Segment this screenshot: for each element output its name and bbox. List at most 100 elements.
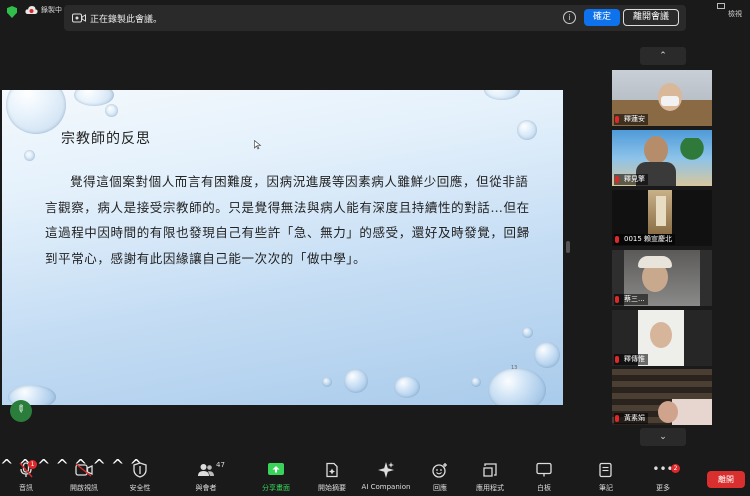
participant-tile[interactable]: 蔡三... bbox=[612, 250, 712, 306]
whiteboard-button[interactable]: 白板 bbox=[528, 456, 560, 496]
participant-face bbox=[650, 322, 672, 348]
video-feed bbox=[672, 399, 712, 425]
end-meeting-button[interactable]: 離開 bbox=[707, 471, 745, 488]
notes-button[interactable]: 筆記 bbox=[590, 456, 622, 496]
ai-companion-button[interactable]: AI Companion bbox=[358, 456, 414, 496]
pencil-icon: ✎ bbox=[13, 402, 28, 417]
notes-label: 筆記 bbox=[599, 484, 613, 492]
notes-icon bbox=[599, 462, 612, 478]
participants-icon bbox=[198, 464, 214, 476]
mouse-cursor-icon bbox=[254, 140, 262, 150]
participant-tile[interactable]: 釋蓮安 bbox=[612, 70, 712, 126]
participant-name: 0015 賴宣慶北 bbox=[614, 234, 676, 245]
decorative-bubble bbox=[484, 90, 520, 100]
face-mask bbox=[661, 96, 679, 106]
participant-name: 蔡三... bbox=[614, 294, 648, 305]
start-video-button[interactable]: 開啟視訊 bbox=[62, 456, 106, 496]
reactions-button[interactable]: 回應 bbox=[424, 456, 456, 496]
share-screen-icon bbox=[268, 463, 284, 475]
slide-title: 宗教師的反思 bbox=[61, 131, 151, 147]
slide-page-number: 13 bbox=[511, 365, 518, 371]
participant-tile[interactable]: 0015 賴宣慶北 bbox=[612, 190, 712, 246]
more-button[interactable]: ••• 2 更多 bbox=[646, 456, 680, 496]
apps-label: 應用程式 bbox=[476, 484, 504, 492]
leave-meeting-button[interactable]: 離開會議 bbox=[623, 9, 679, 26]
participants-label: 與會者 bbox=[195, 484, 217, 492]
muted-mic-icon bbox=[615, 296, 619, 303]
decorative-bubble bbox=[344, 369, 368, 393]
summary-document-icon bbox=[326, 462, 338, 478]
decorative-bubble bbox=[6, 90, 66, 134]
view-icon[interactable] bbox=[717, 3, 725, 9]
participant-name: 釋傳惟 bbox=[614, 354, 648, 365]
share-screen-button[interactable]: 分享畫面 bbox=[254, 456, 298, 496]
reaction-emoji-icon bbox=[432, 463, 447, 478]
security-button[interactable]: 安全性 bbox=[122, 456, 158, 496]
video-feed bbox=[656, 196, 666, 226]
whiteboard-icon bbox=[536, 462, 552, 477]
info-icon[interactable]: i bbox=[563, 11, 576, 24]
participant-name: 釋蓮安 bbox=[614, 114, 648, 125]
decorative-bubble bbox=[394, 376, 420, 398]
start-summary-button[interactable]: 開始摘要 bbox=[312, 456, 352, 496]
cloud-recording-icon[interactable] bbox=[25, 5, 38, 15]
decorative-bubble bbox=[488, 368, 546, 405]
recording-notice-text: 正在錄製此會議。 bbox=[90, 15, 163, 25]
decorative-bubble bbox=[322, 377, 332, 387]
participants-button[interactable]: 47 與會者 bbox=[186, 456, 226, 496]
chevron-down-icon: ⌄ bbox=[659, 432, 667, 442]
decorative-bubble bbox=[517, 120, 537, 140]
confirm-button[interactable]: 確定 bbox=[584, 9, 620, 26]
gallery-scroll-up-button[interactable]: ⌃ bbox=[640, 47, 686, 65]
decorative-bubble bbox=[105, 104, 118, 117]
annotate-pencil-button[interactable]: ✎ bbox=[10, 400, 32, 422]
more-label: 更多 bbox=[656, 484, 670, 492]
muted-mic-icon bbox=[615, 116, 619, 123]
ai-sparkle-icon bbox=[378, 462, 394, 478]
recording-notice-bar: 正在錄製此會議。 i 確定 離開會議 bbox=[64, 5, 686, 31]
palm-tree-background bbox=[678, 138, 706, 178]
participant-tile[interactable]: 黃素娟 bbox=[612, 369, 712, 425]
decorative-bubble bbox=[24, 150, 35, 161]
participant-face bbox=[658, 401, 678, 423]
participants-count: 47 bbox=[216, 461, 225, 469]
slide-paragraph: 覺得這個案對個人而言有困難度，因病況進展等因素病人雖鮮少回應，但從非語言觀察，病… bbox=[45, 174, 530, 266]
start-video-label: 開啟視訊 bbox=[70, 484, 98, 492]
muted-mic-icon bbox=[615, 176, 619, 183]
audio-button[interactable]: 1 音訊 bbox=[8, 456, 44, 496]
meeting-toolbar: 1 音訊 ^ 開啟視訊 ^ 安全性 47 與會者 ^ 分享畫面 ^ 開始摘要 A… bbox=[0, 456, 750, 496]
panel-resize-handle[interactable] bbox=[566, 241, 570, 253]
audio-label: 音訊 bbox=[19, 484, 33, 492]
muted-mic-icon bbox=[615, 356, 619, 363]
recording-camera-icon bbox=[72, 13, 86, 23]
participant-name: 黃素娟 bbox=[614, 413, 648, 424]
more-notification-badge: 2 bbox=[671, 464, 680, 473]
view-button[interactable]: 檢視 bbox=[728, 9, 742, 19]
decorative-bubble bbox=[534, 342, 560, 368]
muted-mic-icon bbox=[615, 236, 619, 243]
apps-button[interactable]: 應用程式 bbox=[470, 456, 510, 496]
shared-screen[interactable]: 宗教師的反思 覺得這個案對個人而言有困難度，因病況進展等因素病人雖鮮少回應，但從… bbox=[2, 90, 563, 405]
decorative-bubble bbox=[522, 327, 533, 338]
share-screen-label: 分享畫面 bbox=[262, 484, 290, 492]
chevron-up-icon: ⌃ bbox=[659, 51, 667, 61]
security-label: 安全性 bbox=[129, 484, 151, 492]
shield-icon bbox=[133, 462, 147, 478]
gallery-scroll-down-button[interactable]: ⌄ bbox=[640, 428, 686, 446]
audio-notification-badge: 1 bbox=[28, 460, 37, 469]
video-camera-icon bbox=[75, 463, 93, 477]
participant-name: 釋見擎 bbox=[614, 174, 648, 185]
whiteboard-label: 白板 bbox=[537, 484, 551, 492]
participant-tile[interactable]: 釋傳惟 bbox=[612, 310, 712, 366]
reactions-label: 回應 bbox=[433, 484, 447, 492]
decorative-bubble bbox=[471, 377, 481, 387]
participant-face bbox=[644, 136, 668, 164]
apps-icon bbox=[483, 463, 497, 477]
muted-mic-icon bbox=[615, 415, 619, 422]
recording-label: 錄製中 bbox=[41, 6, 62, 14]
participant-hat bbox=[638, 256, 672, 268]
encryption-shield-icon[interactable] bbox=[7, 6, 17, 18]
participant-tile[interactable]: 釋見擎 bbox=[612, 130, 712, 186]
slide-body: 覺得這個案對個人而言有困難度，因病況進展等因素病人雖鮮少回應，但從非語言觀察，病… bbox=[45, 169, 535, 271]
ai-companion-label: AI Companion bbox=[361, 483, 411, 491]
